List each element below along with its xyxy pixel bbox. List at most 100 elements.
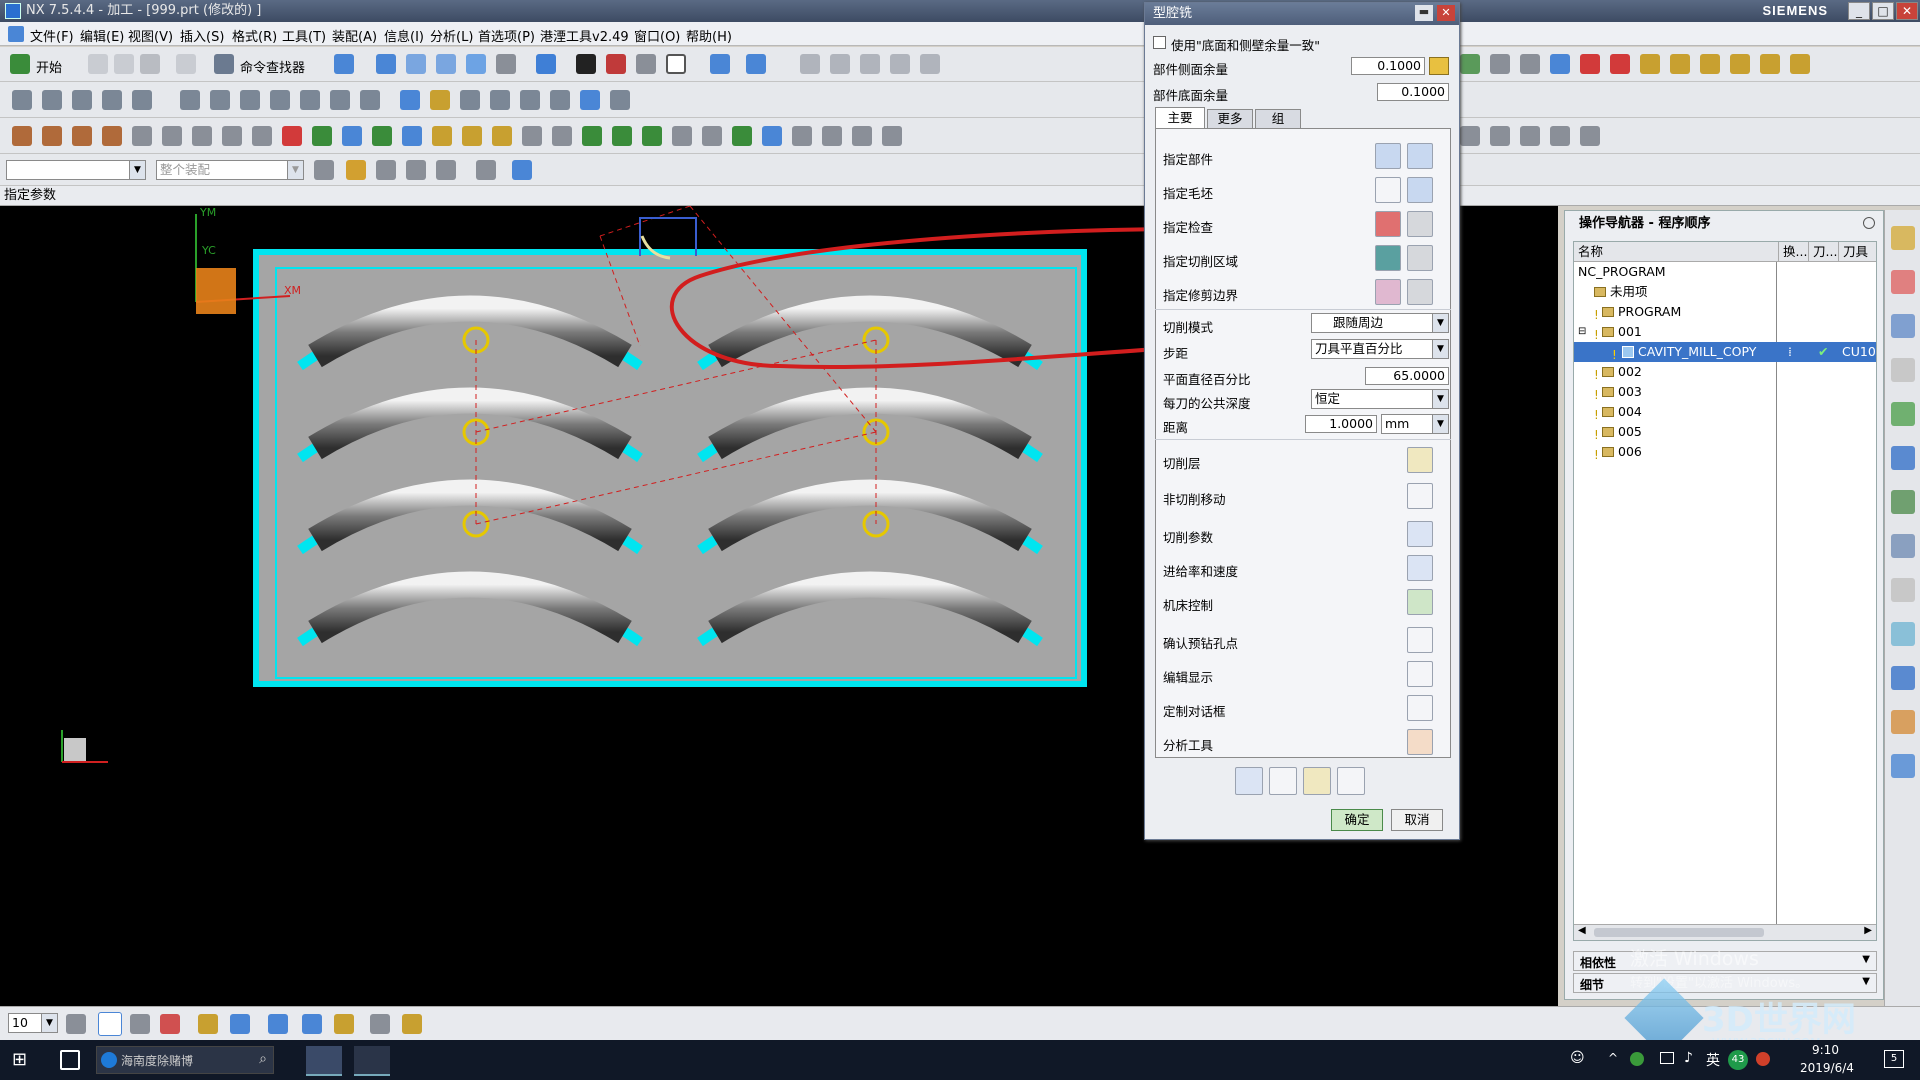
- postprocessor-icon[interactable]: [762, 126, 782, 146]
- wcs-icon[interactable]: [710, 54, 730, 74]
- flashlight-icon[interactable]: [1407, 177, 1433, 203]
- reuse-library-icon[interactable]: [1891, 358, 1915, 382]
- section-view-icon[interactable]: [636, 54, 656, 74]
- edit-display-icon[interactable]: [1407, 661, 1433, 687]
- toolpath-display-icon[interactable]: [1490, 54, 1510, 74]
- verify-icon[interactable]: [1550, 54, 1570, 74]
- mill-area-icon[interactable]: [72, 126, 92, 146]
- arc-icon[interactable]: [830, 54, 850, 74]
- system-materials-icon[interactable]: [1891, 578, 1915, 602]
- doc-icon[interactable]: [580, 90, 600, 110]
- hole-icon[interactable]: [222, 126, 242, 146]
- tray-s-icon[interactable]: [1756, 1052, 1770, 1066]
- transform-object-icon[interactable]: [230, 1014, 250, 1034]
- move-object-icon[interactable]: [198, 1014, 218, 1034]
- cancel-button[interactable]: 取消: [1391, 809, 1443, 831]
- generate-path-icon[interactable]: [1235, 767, 1263, 795]
- snap-end-icon[interactable]: [376, 160, 396, 180]
- measure-distance-icon[interactable]: [370, 1014, 390, 1034]
- windows-start-icon[interactable]: ⊞: [12, 1050, 32, 1070]
- generate-icon[interactable]: [1580, 54, 1600, 74]
- open-file-icon[interactable]: [114, 54, 134, 74]
- tab-group[interactable]: 组: [1255, 109, 1301, 129]
- minimize-button[interactable]: _: [1848, 2, 1870, 20]
- menu-assembly[interactable]: 装配(A): [332, 26, 377, 45]
- col-tool[interactable]: 刀具: [1838, 242, 1868, 262]
- geometry-view-icon[interactable]: [240, 90, 260, 110]
- horizontal-scrollbar[interactable]: ◀ ▶: [1574, 924, 1876, 940]
- wcs-rotate-icon[interactable]: [160, 1014, 180, 1034]
- simulate-icon[interactable]: [1730, 54, 1750, 74]
- scroll-right-icon[interactable]: ▶: [1864, 925, 1872, 936]
- reports-icon[interactable]: [792, 126, 812, 146]
- tree-node-unused[interactable]: 未用项: [1574, 282, 1876, 302]
- zoom-box-icon[interactable]: [376, 54, 396, 74]
- flashlight-icon[interactable]: [1407, 143, 1433, 169]
- volume-icon[interactable]: ♪: [1684, 1050, 1693, 1066]
- nav-filter-icon[interactable]: [1520, 126, 1540, 146]
- non-cutting-icon[interactable]: [1407, 483, 1433, 509]
- blank-icon[interactable]: [582, 126, 602, 146]
- machine-view-icon[interactable]: [210, 90, 230, 110]
- history-icon[interactable]: [1891, 490, 1915, 514]
- dialog-close-button[interactable]: ✕: [1437, 5, 1455, 21]
- menu-analysis[interactable]: 分析(L): [430, 26, 473, 45]
- wall-icon[interactable]: [192, 126, 212, 146]
- snap-center-icon[interactable]: [436, 160, 456, 180]
- pin-icon[interactable]: [1863, 217, 1875, 229]
- scroll-thumb[interactable]: [1594, 928, 1764, 937]
- tree-node-004[interactable]: ! 004: [1574, 402, 1876, 422]
- drill-icon[interactable]: [252, 126, 272, 146]
- unit-select[interactable]: mm ▼: [1381, 414, 1449, 434]
- maximize-button[interactable]: □: [1872, 2, 1894, 20]
- tree-node-003[interactable]: ! 003: [1574, 382, 1876, 402]
- fit-view-icon[interactable]: [334, 54, 354, 74]
- cut-levels-icon[interactable]: [672, 126, 692, 146]
- tree-node-cavity-mill-copy[interactable]: ! CAVITY_MILL_COPY ⁞ ✔ CU10: [1574, 342, 1876, 362]
- probe-icon[interactable]: [402, 126, 422, 146]
- settings-icon[interactable]: [314, 160, 334, 180]
- cmd-finder-button[interactable]: 命令查找器: [240, 57, 305, 76]
- tree-node-nc-program[interactable]: NC_PROGRAM: [1574, 262, 1876, 282]
- fixture-icon[interactable]: [522, 126, 542, 146]
- shaded-view-icon[interactable]: [536, 54, 556, 74]
- assembly-scope-select[interactable]: 整个装配 ▼: [156, 160, 304, 180]
- menu-file[interactable]: 文件(F): [30, 26, 74, 45]
- wcs-origin-icon[interactable]: [130, 1014, 150, 1034]
- menu-info[interactable]: 信息(I): [384, 26, 424, 45]
- lock-icon[interactable]: [1429, 57, 1449, 75]
- predrill-icon[interactable]: [1407, 627, 1433, 653]
- menu-help[interactable]: 帮助(H): [686, 26, 732, 45]
- select-cut-area-icon[interactable]: [1375, 245, 1401, 271]
- sort-icon[interactable]: [1790, 54, 1810, 74]
- plane-icon[interactable]: [334, 1014, 354, 1034]
- menu-edit[interactable]: 编辑(E): [80, 26, 124, 45]
- copy-icon[interactable]: [360, 90, 380, 110]
- visualize-icon[interactable]: [432, 126, 452, 146]
- finish-icon[interactable]: [372, 126, 392, 146]
- layer-select[interactable]: 10 ▼: [8, 1013, 58, 1033]
- undo-icon[interactable]: [176, 54, 196, 74]
- zoom-icon[interactable]: [406, 54, 426, 74]
- create-tool-icon[interactable]: [42, 90, 62, 110]
- col-tool-change[interactable]: 换...: [1778, 242, 1807, 262]
- background-icon[interactable]: [666, 54, 686, 74]
- wcs-dynamic-icon[interactable]: [98, 1012, 122, 1036]
- machine-control-icon[interactable]: [1407, 589, 1433, 615]
- hd3d-icon[interactable]: [1891, 402, 1915, 426]
- cut-params-icon[interactable]: [1407, 521, 1433, 547]
- mill-zlevel-icon[interactable]: [102, 126, 122, 146]
- chuck-icon[interactable]: [642, 126, 662, 146]
- cut-pattern-select[interactable]: 跟随周边 ▼: [1311, 313, 1449, 333]
- thread-icon[interactable]: [312, 126, 332, 146]
- cut-levels-icon[interactable]: [1407, 447, 1433, 473]
- rotate-icon[interactable]: [466, 54, 486, 74]
- engrave-icon[interactable]: [342, 126, 362, 146]
- depth-select[interactable]: 恒定 ▼: [1311, 389, 1449, 409]
- feed-icon[interactable]: [400, 90, 420, 110]
- measure-angle-icon[interactable]: [402, 1014, 422, 1034]
- collapse-icon[interactable]: ⊟: [1578, 322, 1586, 342]
- flashlight-icon[interactable]: [1407, 279, 1433, 305]
- create-geometry-icon[interactable]: [72, 90, 92, 110]
- menu-tools[interactable]: 工具(T): [282, 26, 326, 45]
